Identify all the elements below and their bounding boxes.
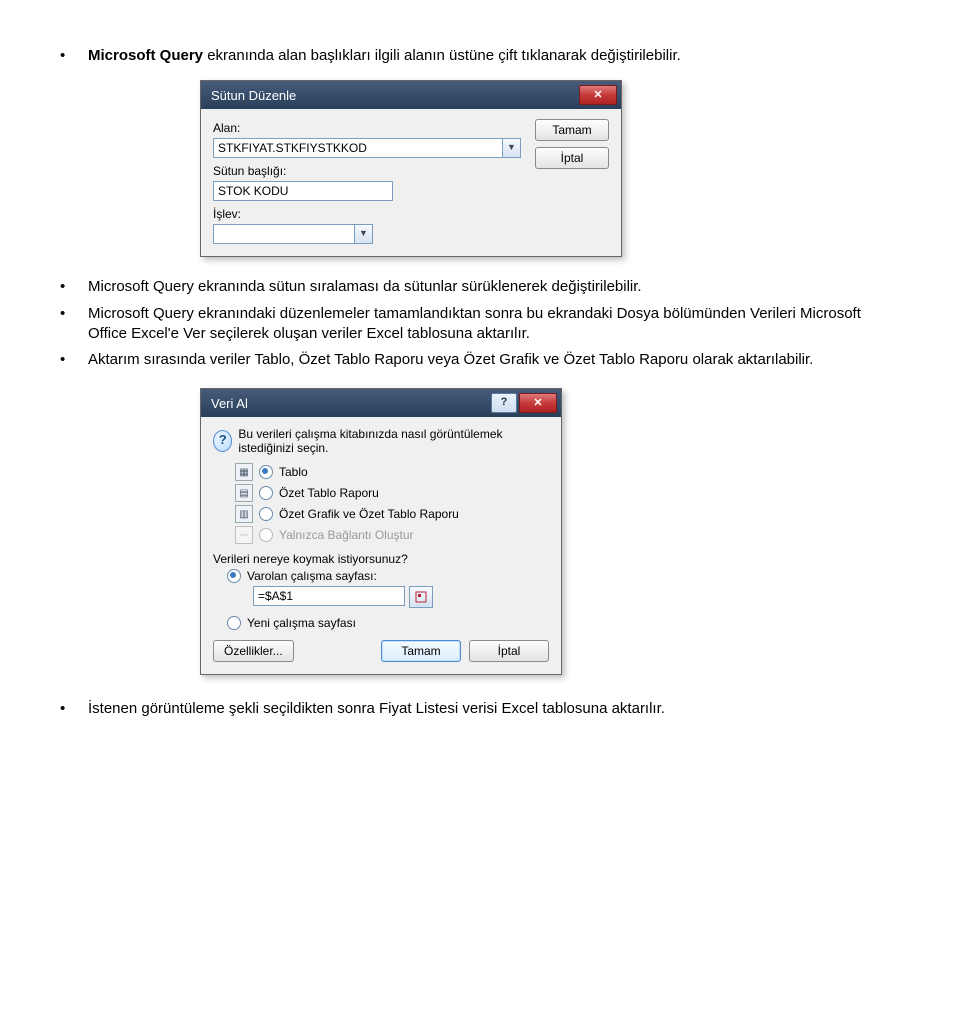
bullet-text: Microsoft Query ekranında alan başlıklar… [88, 46, 900, 66]
option-ozet-tablo[interactable]: ▤ Özet Tablo Raporu [235, 484, 549, 502]
radio-icon[interactable] [227, 569, 241, 583]
bullet-marker: • [60, 304, 88, 324]
alan-input[interactable] [213, 138, 503, 158]
sutun-basligi-input[interactable] [213, 181, 393, 201]
islev-combo[interactable]: ▼ [213, 224, 373, 244]
pivotchart-icon: ▥ [235, 505, 253, 523]
alan-combo[interactable]: ▼ [213, 138, 521, 158]
option-label: Yalnızca Bağlantı Oluştur [279, 528, 414, 542]
bullet-item: • İstenen görüntüleme şekli seçildikten … [60, 699, 900, 719]
properties-button[interactable]: Özellikler... [213, 640, 294, 662]
radio-icon [259, 528, 273, 542]
where-prompt: Verileri nereye koymak istiyorsunuz? [213, 552, 549, 566]
titlebar[interactable]: Sütun Düzenle [201, 81, 621, 109]
cell-reference-row [253, 586, 433, 608]
option-tablo[interactable]: ▦ Tablo [235, 463, 549, 481]
bullet-item: • Microsoft Query ekranında sütun sırala… [60, 277, 900, 297]
bullet-text: Microsoft Query ekranında sütun sıralama… [88, 277, 900, 297]
bullet-marker: • [60, 46, 88, 66]
bullet-item: • Aktarım sırasında veriler Tablo, Özet … [60, 350, 900, 370]
column-edit-dialog: Sütun Düzenle Alan: ▼ Sütun başlığı: İşl… [200, 80, 622, 257]
option-label: Varolan çalışma sayfası: [247, 569, 377, 583]
pivottable-icon: ▤ [235, 484, 253, 502]
help-icon[interactable]: ? [491, 393, 517, 413]
import-data-dialog: Veri Al ? ? Bu verileri çalışma kitabını… [200, 388, 562, 675]
bullet-text-rest: ekranında alan başlıkları ilgili alanın … [203, 47, 681, 64]
info-row: ? Bu verileri çalışma kitabınızda nasıl … [213, 427, 549, 455]
table-icon: ▦ [235, 463, 253, 481]
bullet-item: • Microsoft Query ekranında alan başlıkl… [60, 46, 900, 66]
close-icon[interactable] [519, 393, 557, 413]
dialog-title: Sütun Düzenle [211, 88, 296, 103]
chevron-down-icon[interactable]: ▼ [503, 138, 521, 158]
ok-button[interactable]: Tamam [381, 640, 461, 662]
question-icon: ? [213, 430, 232, 452]
label-islev: İşlev: [213, 207, 521, 221]
cancel-button[interactable]: İptal [535, 147, 609, 169]
ok-button[interactable]: Tamam [535, 119, 609, 141]
option-label: Tablo [279, 465, 308, 479]
radio-icon[interactable] [259, 486, 273, 500]
bullet-text: Microsoft Query ekranındaki düzenlemeler… [88, 304, 900, 345]
bullet-item: • Microsoft Query ekranındaki düzenlemel… [60, 304, 900, 345]
bullet-text: İstenen görüntüleme şekli seçildikten so… [88, 699, 900, 719]
bullet-marker: • [60, 350, 88, 370]
label-alan: Alan: [213, 121, 521, 135]
radio-icon[interactable] [259, 507, 273, 521]
option-yeni-sayfa[interactable]: Yeni çalışma sayfası [227, 616, 549, 630]
cell-reference-input[interactable] [253, 586, 405, 606]
chevron-down-icon[interactable]: ▼ [355, 224, 373, 244]
close-icon[interactable] [579, 85, 617, 105]
range-selector-icon[interactable] [409, 586, 433, 608]
dialog-wrapper: Sütun Düzenle Alan: ▼ Sütun başlığı: İşl… [200, 80, 900, 257]
connection-icon: ⎓ [235, 526, 253, 544]
dialog-title: Veri Al [211, 396, 248, 411]
titlebar[interactable]: Veri Al ? [201, 389, 561, 417]
bullet-marker: • [60, 277, 88, 297]
bullet-marker: • [60, 699, 88, 719]
prompt-text: Bu verileri çalışma kitabınızda nasıl gö… [238, 427, 549, 455]
option-ozet-grafik[interactable]: ▥ Özet Grafik ve Özet Tablo Raporu [235, 505, 549, 523]
dialog-wrapper: Veri Al ? ? Bu verileri çalışma kitabını… [200, 388, 900, 675]
islev-input[interactable] [213, 224, 355, 244]
radio-icon[interactable] [227, 616, 241, 630]
option-label: Özet Grafik ve Özet Tablo Raporu [279, 507, 459, 521]
option-varolan-sayfa[interactable]: Varolan çalışma sayfası: [227, 569, 549, 583]
label-sutun-basligi: Sütun başlığı: [213, 164, 521, 178]
option-label: Özet Tablo Raporu [279, 486, 379, 500]
option-yalnizca-baglanti: ⎓ Yalnızca Bağlantı Oluştur [235, 526, 549, 544]
bullet-text: Aktarım sırasında veriler Tablo, Özet Ta… [88, 350, 900, 370]
radio-icon[interactable] [259, 465, 273, 479]
option-label: Yeni çalışma sayfası [247, 616, 356, 630]
cancel-button[interactable]: İptal [469, 640, 549, 662]
bold-term: Microsoft Query [88, 47, 203, 64]
